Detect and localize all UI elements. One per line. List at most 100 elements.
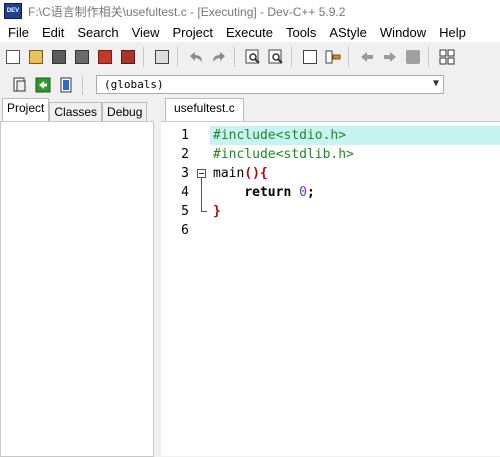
save-all-button[interactable] xyxy=(72,47,92,67)
printer-icon xyxy=(155,50,169,64)
open-folder-icon xyxy=(29,50,43,64)
menu-help[interactable]: Help xyxy=(431,25,471,40)
semicolon: ; xyxy=(306,185,315,200)
redo-icon xyxy=(213,52,225,62)
code-text: #include<stdio.h> #include<stdlib.h> mai… xyxy=(210,126,500,240)
forward-arrow-icon xyxy=(384,52,396,62)
toolbar-separator xyxy=(82,75,83,95)
open-file-button[interactable] xyxy=(26,47,46,67)
left-panel-tabs: Project Classes Debug xyxy=(0,98,160,121)
menu-edit[interactable]: Edit xyxy=(34,25,69,40)
close-all-icon xyxy=(121,50,135,64)
code-line-5: } xyxy=(213,202,500,221)
include-directive: #include<stdio.h> xyxy=(213,128,347,143)
return-keyword: return xyxy=(244,185,292,200)
layout-grid-icon xyxy=(439,49,455,65)
menu-search[interactable]: Search xyxy=(69,25,123,40)
code-line-4: return 0; xyxy=(213,183,500,202)
project-tree[interactable] xyxy=(0,121,154,457)
chevron-down-icon[interactable]: ▼ xyxy=(433,78,439,89)
menu-project[interactable]: Project xyxy=(165,25,218,40)
scope-combobox-value: (globals) xyxy=(104,78,164,91)
main-toolbar xyxy=(0,43,500,71)
find-button[interactable] xyxy=(243,47,263,67)
line-number: 1 xyxy=(181,128,189,143)
scope-combobox[interactable]: (globals) ▼ xyxy=(96,75,444,94)
toolbar-separator xyxy=(348,47,349,67)
line-number: 2 xyxy=(181,147,189,162)
compile-run-icon xyxy=(325,50,341,64)
title-bar: DEV F:\C语言制作相关\usefultest.c - [Executing… xyxy=(0,0,500,22)
code-line-2: #include<stdlib.h> xyxy=(213,145,500,164)
window-title: F:\C语言制作相关\usefultest.c - [Executing] - … xyxy=(28,4,346,19)
menu-astyle[interactable]: AStyle xyxy=(321,25,372,40)
code-line-1: #include<stdio.h> xyxy=(210,126,500,145)
toolbar-separator xyxy=(428,47,429,67)
compile-run-button[interactable] xyxy=(323,47,343,67)
bookmark-icon xyxy=(60,77,72,93)
insert-button[interactable] xyxy=(10,75,30,95)
close-file-icon xyxy=(98,50,112,64)
line-number-gutter: 1 2 3 4 5 6 xyxy=(161,122,195,456)
include-directive: #include<stdlib.h> xyxy=(213,147,354,162)
tab-debug[interactable]: Debug xyxy=(102,102,148,121)
back-arrow-icon xyxy=(361,52,373,62)
fold-collapse-icon[interactable] xyxy=(197,169,206,178)
save-all-icon xyxy=(75,50,89,64)
find-icon xyxy=(245,49,260,64)
devcpp-app-icon: DEV xyxy=(4,3,22,19)
tab-usefultest-c[interactable]: usefultest.c xyxy=(165,98,244,121)
return-value: 0 xyxy=(299,185,307,200)
menu-tools[interactable]: Tools xyxy=(278,25,321,40)
step-icon xyxy=(406,50,420,64)
toolbar-separator xyxy=(234,47,235,67)
toolbar-separator xyxy=(143,47,144,67)
fold-guide-line xyxy=(201,178,202,211)
replace-button[interactable] xyxy=(266,47,286,67)
replace-icon xyxy=(268,49,283,64)
menu-file[interactable]: File xyxy=(0,25,34,40)
print-button[interactable] xyxy=(152,47,172,67)
line-number: 6 xyxy=(181,223,189,238)
closing-brace: } xyxy=(213,204,221,219)
compile-icon xyxy=(303,50,317,64)
close-all-button[interactable] xyxy=(118,47,138,67)
goto-arrow-icon xyxy=(35,77,51,93)
new-file-button[interactable] xyxy=(3,47,23,67)
goto-button[interactable] xyxy=(33,75,53,95)
new-file-icon xyxy=(6,50,20,64)
code-editor[interactable]: 1 2 3 4 5 6 #include<stdio.h> #include<s… xyxy=(161,121,500,456)
left-panel: Project Classes Debug xyxy=(0,98,160,457)
editor-area: usefultest.c 1 2 3 4 5 6 #include<stdio.… xyxy=(161,98,500,456)
save-button[interactable] xyxy=(49,47,69,67)
tab-classes[interactable]: Classes xyxy=(49,102,103,121)
insert-code-icon xyxy=(13,77,26,92)
function-parens-brace: (){ xyxy=(244,166,268,181)
menu-execute[interactable]: Execute xyxy=(218,25,278,40)
fold-end-marker xyxy=(201,211,207,212)
toggle-back-button[interactable] xyxy=(357,47,377,67)
line-number: 3 xyxy=(181,166,189,181)
toggle-forward-button[interactable] xyxy=(380,47,400,67)
function-name: main xyxy=(213,166,245,181)
close-file-button[interactable] xyxy=(95,47,115,67)
undo-icon xyxy=(190,52,202,62)
menu-window[interactable]: Window xyxy=(372,25,431,40)
line-number: 5 xyxy=(181,204,189,219)
undo-button[interactable] xyxy=(186,47,206,67)
editor-tabs: usefultest.c xyxy=(161,98,500,121)
line-number: 4 xyxy=(181,185,189,200)
menu-view[interactable]: View xyxy=(124,25,165,40)
toolbar-separator xyxy=(177,47,178,67)
compile-button[interactable] xyxy=(300,47,320,67)
layout-button[interactable] xyxy=(437,47,457,67)
toolbar-separator xyxy=(291,47,292,67)
menu-bar: File Edit Search View Project Execute To… xyxy=(0,22,500,42)
code-line-3: main(){ xyxy=(213,164,500,183)
tab-project[interactable]: Project xyxy=(2,98,50,121)
step-button[interactable] xyxy=(403,47,423,67)
bookmark-button[interactable] xyxy=(56,75,76,95)
redo-button[interactable] xyxy=(209,47,229,67)
save-icon xyxy=(52,50,66,64)
